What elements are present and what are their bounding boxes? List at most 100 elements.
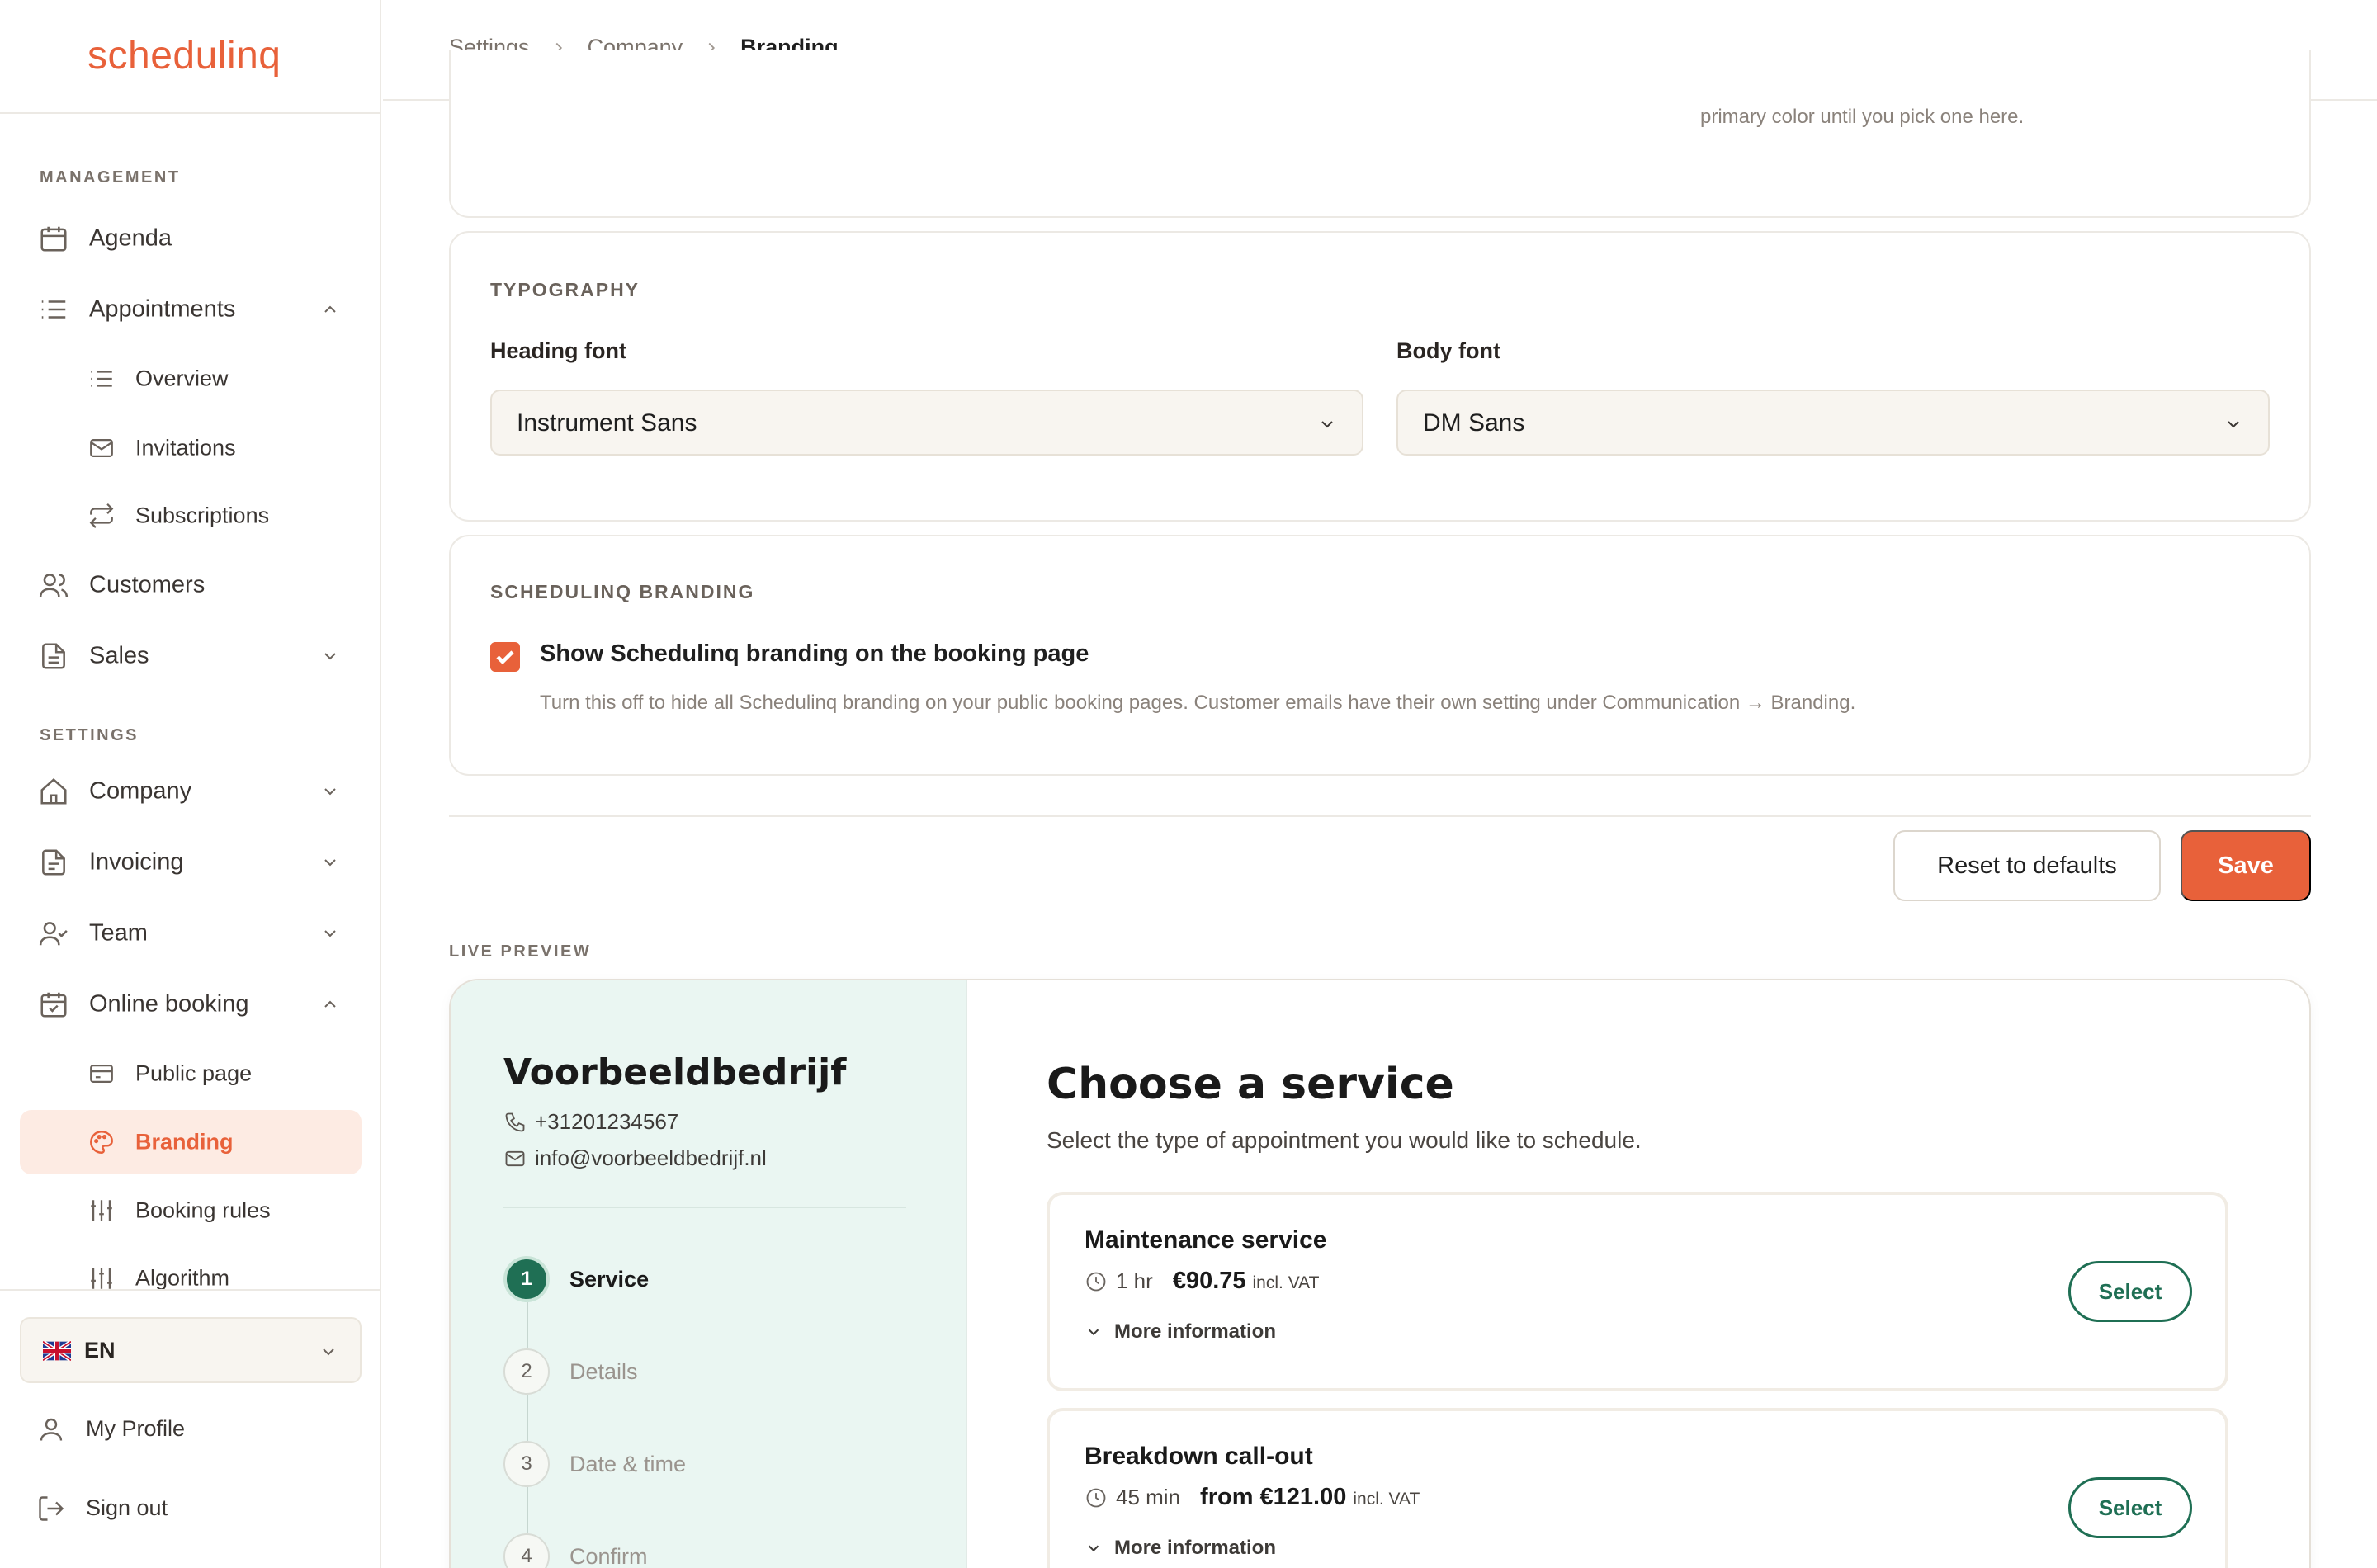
sidebar-item-overview[interactable]: Overview [20, 347, 362, 411]
sidebar-item-label: Subscriptions [135, 503, 270, 528]
sidebar-item-invitations[interactable]: Invitations [20, 416, 362, 480]
preview-subtitle: Select the type of appointment you would… [1047, 1127, 1642, 1153]
colors-card: primary color until you pick one here. [449, 50, 2311, 218]
actions-divider [449, 815, 2311, 817]
reset-to-defaults-button[interactable]: Reset to defaults [1893, 830, 2161, 901]
show-branding-label[interactable]: Show Schedulinq branding on the booking … [540, 640, 1089, 668]
sidebar-divider [0, 1289, 381, 1291]
chevron-up-icon [324, 305, 336, 313]
sidebar-item-booking-rules[interactable]: Booking rules [20, 1178, 362, 1243]
chevron-down-icon [2228, 421, 2239, 428]
more-information-label: More information [1114, 1320, 1276, 1343]
more-information-label: More information [1114, 1537, 1276, 1559]
language-label: EN [84, 1338, 116, 1363]
select-service-button[interactable]: Select [2068, 1261, 2192, 1322]
step-label: Confirm [569, 1544, 648, 1568]
sidebar-item-customers[interactable]: Customers [20, 553, 362, 617]
chevron-down-icon [1088, 1545, 1099, 1552]
sidebar: schedulinq MANAGEMENT Agenda Appointment… [0, 0, 381, 1568]
home-icon [40, 778, 67, 805]
step-connector [527, 1487, 528, 1533]
body-font-value: DM Sans [1423, 409, 1525, 437]
sidebar-item-public-page[interactable]: Public page [20, 1041, 362, 1106]
sidebar-nav[interactable]: MANAGEMENT Agenda Appointments Overview … [0, 114, 381, 1289]
sidebar-item-branding[interactable]: Branding [20, 1110, 362, 1174]
more-information-toggle[interactable]: More information [1085, 1537, 1276, 1560]
sidebar-item-label: Appointments [89, 295, 236, 323]
more-information-toggle[interactable]: More information [1085, 1320, 1276, 1344]
mail-icon [90, 438, 113, 458]
step-label: Service [569, 1267, 650, 1292]
sidebar-item-sales[interactable]: Sales [20, 624, 362, 688]
my-profile-link[interactable]: My Profile [20, 1405, 362, 1454]
service-meta: 1 hr €90.75 incl. VAT [1085, 1268, 1319, 1295]
service-name: Breakdown call-out [1085, 1443, 1313, 1470]
chevron-down-icon [323, 1348, 334, 1356]
calendar-icon [40, 226, 67, 252]
service-vat: incl. VAT [1353, 1490, 1420, 1509]
heading-font-value: Instrument Sans [517, 409, 697, 437]
logout-icon [39, 1496, 64, 1521]
invoice-icon [42, 849, 65, 876]
heading-font-select[interactable]: Instrument Sans [490, 390, 1363, 456]
save-button[interactable]: Save [2181, 830, 2311, 901]
sidebar-item-label: Customers [89, 571, 206, 598]
palette-icon [90, 1131, 113, 1154]
chevron-up-icon [324, 1000, 336, 1008]
select-service-button[interactable]: Select [2068, 1477, 2192, 1538]
sidebar-item-subscriptions[interactable]: Subscriptions [20, 484, 362, 548]
sidebar-item-appointments[interactable]: Appointments [20, 277, 362, 342]
sidebar-item-company[interactable]: Company [20, 759, 362, 824]
my-profile-label: My Profile [86, 1416, 186, 1441]
list-icon [41, 300, 66, 319]
sidebar-item-online-booking[interactable]: Online booking [20, 972, 362, 1037]
service-card[interactable]: Breakdown call-out 45 min from €121.00 i… [1047, 1408, 2228, 1568]
body-font-select[interactable]: DM Sans [1396, 390, 2270, 456]
check-icon [496, 650, 514, 665]
service-price: €90.75 [1172, 1268, 1246, 1294]
chevron-down-icon [1321, 421, 1333, 428]
live-preview-label: LIVE PREVIEW [449, 942, 592, 961]
typography-title: TYPOGRAPHY [490, 279, 640, 300]
sign-out-link[interactable]: Sign out [20, 1484, 362, 1533]
service-card[interactable]: Maintenance service 1 hr €90.75 incl. VA… [1047, 1192, 2228, 1391]
sidebar-item-agenda[interactable]: Agenda [20, 206, 362, 271]
section-label-management: MANAGEMENT [40, 168, 181, 187]
phone-icon [505, 1112, 525, 1131]
sign-out-label: Sign out [86, 1495, 168, 1520]
chevron-down-icon [324, 930, 336, 937]
step-connector [527, 1395, 528, 1441]
users-icon [39, 574, 69, 597]
step-number: 3 [503, 1441, 550, 1487]
live-preview: Voorbeeldbedrijf +31201234567 info@voorb… [449, 979, 2311, 1568]
sidebar-item-algorithm[interactable]: Algorithm [20, 1246, 362, 1289]
preview-step: 3 Date & time [503, 1441, 916, 1489]
sidebar-item-label: Agenda [89, 224, 172, 252]
service-duration: 1 hr [1116, 1268, 1153, 1293]
sliders-icon [91, 1200, 112, 1221]
app-logo[interactable]: schedulinq [87, 33, 281, 78]
branding-card-title: SCHEDULINQ BRANDING [490, 581, 755, 602]
sidebar-item-invoicing[interactable]: Invoicing [20, 830, 362, 895]
service-meta: 45 min from €121.00 incl. VAT [1085, 1484, 1420, 1511]
preview-phone: +31201234567 [503, 1109, 678, 1135]
document-icon [42, 643, 65, 669]
step-number: 2 [503, 1348, 550, 1395]
preview-divider [503, 1207, 906, 1208]
sidebar-item-team[interactable]: Team [20, 901, 362, 966]
show-branding-checkbox[interactable] [490, 642, 520, 672]
service-duration: 45 min [1116, 1485, 1181, 1509]
body-font-label: Body font [1396, 338, 1500, 363]
sidebar-item-label: Public page [135, 1060, 253, 1086]
language-selector[interactable]: EN [20, 1317, 362, 1383]
chevron-down-icon [324, 788, 336, 796]
preview-step: 1 Service [503, 1256, 916, 1304]
step-number: 1 [503, 1256, 550, 1302]
card-icon [90, 1064, 113, 1084]
sidebar-item-label: Branding [135, 1129, 234, 1155]
step-label: Date & time [569, 1452, 687, 1476]
repeat-icon [89, 503, 114, 528]
preview-company-name: Voorbeeldbedrijf [503, 1051, 847, 1093]
heading-font-label: Heading font [490, 338, 626, 363]
calendar-check-icon [40, 992, 67, 1018]
